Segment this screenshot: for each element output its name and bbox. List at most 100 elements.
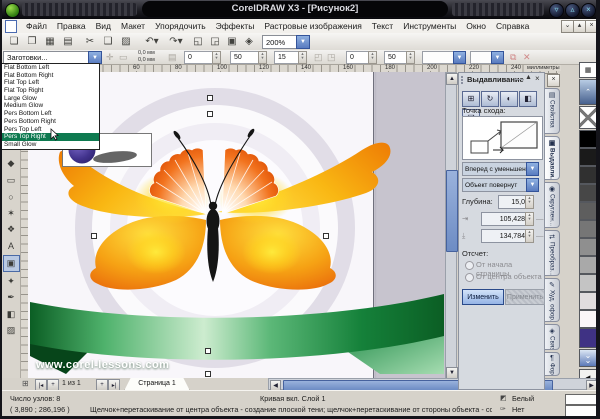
text-tool[interactable]: A <box>4 239 19 254</box>
docker-tab-transformations[interactable]: ⇄Преобраз... <box>545 230 560 276</box>
preset-option[interactable]: Flat Bottom Left <box>2 64 99 72</box>
vp-property-arrow[interactable]: ▼ <box>526 178 539 192</box>
docker-tab-properties[interactable]: ▤Свойства <box>545 88 560 134</box>
zoom-dropdown-arrow[interactable]: ▼ <box>296 35 310 49</box>
edit-button[interactable]: Изменить <box>462 289 504 305</box>
feather-edge-icon[interactable]: ◳ <box>327 52 336 63</box>
preset-option[interactable]: Flat Top Left <box>2 79 99 87</box>
extrude-light-icon[interactable]: ◐ <box>500 91 518 107</box>
menu-view[interactable]: Вид <box>91 21 116 31</box>
close-button[interactable]: × <box>581 3 596 18</box>
origin-page-radio[interactable] <box>465 261 474 270</box>
selection-handle[interactable] <box>207 95 213 101</box>
vertical-scroll-thumb[interactable] <box>446 170 458 252</box>
rectangle-tool[interactable]: ▭ <box>4 173 19 188</box>
cut-icon[interactable]: ✂ <box>82 34 98 49</box>
vp-x-spinner[interactable]: ▲▼ <box>525 212 534 226</box>
docker-tab-fillet[interactable]: ◉Скруглен... <box>545 182 560 228</box>
angle-spinner[interactable]: ▲▼ <box>212 51 221 64</box>
menu-effects[interactable]: Эффекты <box>211 21 260 31</box>
menu-file[interactable]: Файл <box>21 21 52 31</box>
palette-scroll-down-icon[interactable]: ⌄⌄ <box>579 349 597 367</box>
outline-tool[interactable]: ✒ <box>4 290 19 305</box>
preset-option[interactable]: Flat Bottom Right <box>2 72 99 80</box>
vp-y-field[interactable]: 134,784 <box>481 229 528 243</box>
fill-color-swatch[interactable] <box>565 394 597 405</box>
extrude-color-icon[interactable]: ◧ <box>519 91 537 107</box>
extrude-depth-icon[interactable]: ⊞ <box>462 91 480 107</box>
basic-shapes-tool[interactable]: ❖ <box>4 222 19 237</box>
palette-swatch[interactable] <box>579 292 597 310</box>
docker-tab-links[interactable]: ◈Связ... <box>545 324 560 350</box>
vp-property-combo[interactable]: Объект повернут <box>462 178 529 192</box>
import-icon[interactable]: ◱ <box>190 34 206 49</box>
shadow-color-arrow-2[interactable]: ▼ <box>491 51 504 64</box>
fill-tool[interactable]: ◧ <box>4 307 19 322</box>
docker-collapse-icon[interactable]: ▲ <box>525 74 532 81</box>
selection-handle[interactable] <box>323 233 329 239</box>
copy-icon[interactable]: ❑ <box>100 34 116 49</box>
docker-panel-close-icon[interactable]: × <box>547 74 560 87</box>
vertical-scrollbar[interactable]: ▲ ▼ <box>445 72 457 378</box>
menu-edit[interactable]: Правка <box>52 21 91 31</box>
palette-no-color-swatch[interactable] <box>579 106 597 129</box>
delete-preset-icon[interactable]: ▭ <box>119 52 128 63</box>
corel-online-icon[interactable]: ◈ <box>241 34 257 49</box>
menu-bitmaps[interactable]: Растровые изображения <box>259 21 366 31</box>
preset-option[interactable]: Flat Top Right <box>2 87 99 95</box>
origin-object-label[interactable]: От центра объекта <box>476 272 542 281</box>
palette-swatch[interactable] <box>579 202 597 220</box>
eyedropper-tool[interactable]: ✦ <box>4 274 19 289</box>
depth-spinner[interactable]: ▲▼ <box>525 195 534 209</box>
polygon-tool[interactable]: ✶ <box>4 206 19 221</box>
paste-icon[interactable]: ▨ <box>118 34 134 49</box>
palette-swatch[interactable] <box>579 148 597 166</box>
clear-shadow-icon[interactable]: ✕ <box>523 52 531 63</box>
horizontal-scrollbar[interactable]: ◀ ▶ <box>268 378 596 390</box>
extrude-type-combo[interactable]: Вперед с уменьшением <box>462 162 529 176</box>
palette-swatch[interactable] <box>579 166 597 184</box>
minimize-button[interactable]: ▿ <box>549 3 564 18</box>
docker-close-icon[interactable]: × <box>535 74 540 83</box>
palette-swatch[interactable] <box>579 184 597 202</box>
menu-help[interactable]: Справка <box>491 21 534 31</box>
docker-drag-handle[interactable] <box>461 76 466 84</box>
shadow-color-swatch-2[interactable] <box>470 51 492 64</box>
palette-swatch[interactable] <box>579 130 597 148</box>
palette-swatch[interactable] <box>579 220 597 238</box>
feather-spinner[interactable]: ▲▼ <box>298 51 307 64</box>
feather-direction-icon[interactable]: ◰ <box>314 52 323 63</box>
menu-arrange[interactable]: Упорядочить <box>150 21 211 31</box>
origin-object-radio[interactable] <box>465 273 474 282</box>
extrude-rotation-icon[interactable]: ↻ <box>481 91 499 107</box>
new-document-icon[interactable]: ❏ <box>6 34 22 49</box>
docker-tab-format[interactable]: ¶Формат <box>545 352 560 376</box>
vp-x-field[interactable]: 105,428 <box>481 212 528 226</box>
opacity-spinner[interactable]: ▲▼ <box>258 51 267 64</box>
interactive-fill-tool[interactable]: ▨ <box>4 323 19 338</box>
preset-option[interactable]: Large Glow <box>2 95 99 103</box>
add-preset-icon[interactable]: ✛ <box>106 52 114 63</box>
selection-handle[interactable] <box>207 111 213 117</box>
fade-spinner[interactable]: ▲▼ <box>368 51 377 64</box>
ellipse-tool[interactable]: ○ <box>4 189 19 204</box>
menu-text[interactable]: Текст <box>367 21 398 31</box>
print-icon[interactable]: ▤ <box>60 34 76 49</box>
extrude-type-arrow[interactable]: ▼ <box>526 162 539 176</box>
palette-swatch[interactable] <box>579 238 597 256</box>
preset-option[interactable]: Pers Bottom Right <box>2 118 99 126</box>
apply-button[interactable]: Применить <box>505 289 545 305</box>
palette-swatch[interactable] <box>579 328 597 348</box>
selection-handle[interactable] <box>91 233 97 239</box>
palette-menu-icon[interactable]: ▦ <box>579 62 597 78</box>
smart-fill-tool[interactable]: ◆ <box>4 156 19 171</box>
shadow-color-swatch[interactable] <box>422 51 454 64</box>
palette-scroll-up-icon[interactable]: ⌃ <box>579 79 597 105</box>
menu-layout[interactable]: Макет <box>116 21 150 31</box>
maximize-button[interactable]: ▵ <box>565 3 580 18</box>
menu-tools[interactable]: Инструменты <box>398 21 461 31</box>
palette-swatch[interactable] <box>579 256 597 274</box>
shadow-color-arrow[interactable]: ▼ <box>453 51 466 64</box>
redo-icon[interactable]: ↷▾ <box>164 34 188 49</box>
undo-icon[interactable]: ↶▾ <box>140 34 164 49</box>
